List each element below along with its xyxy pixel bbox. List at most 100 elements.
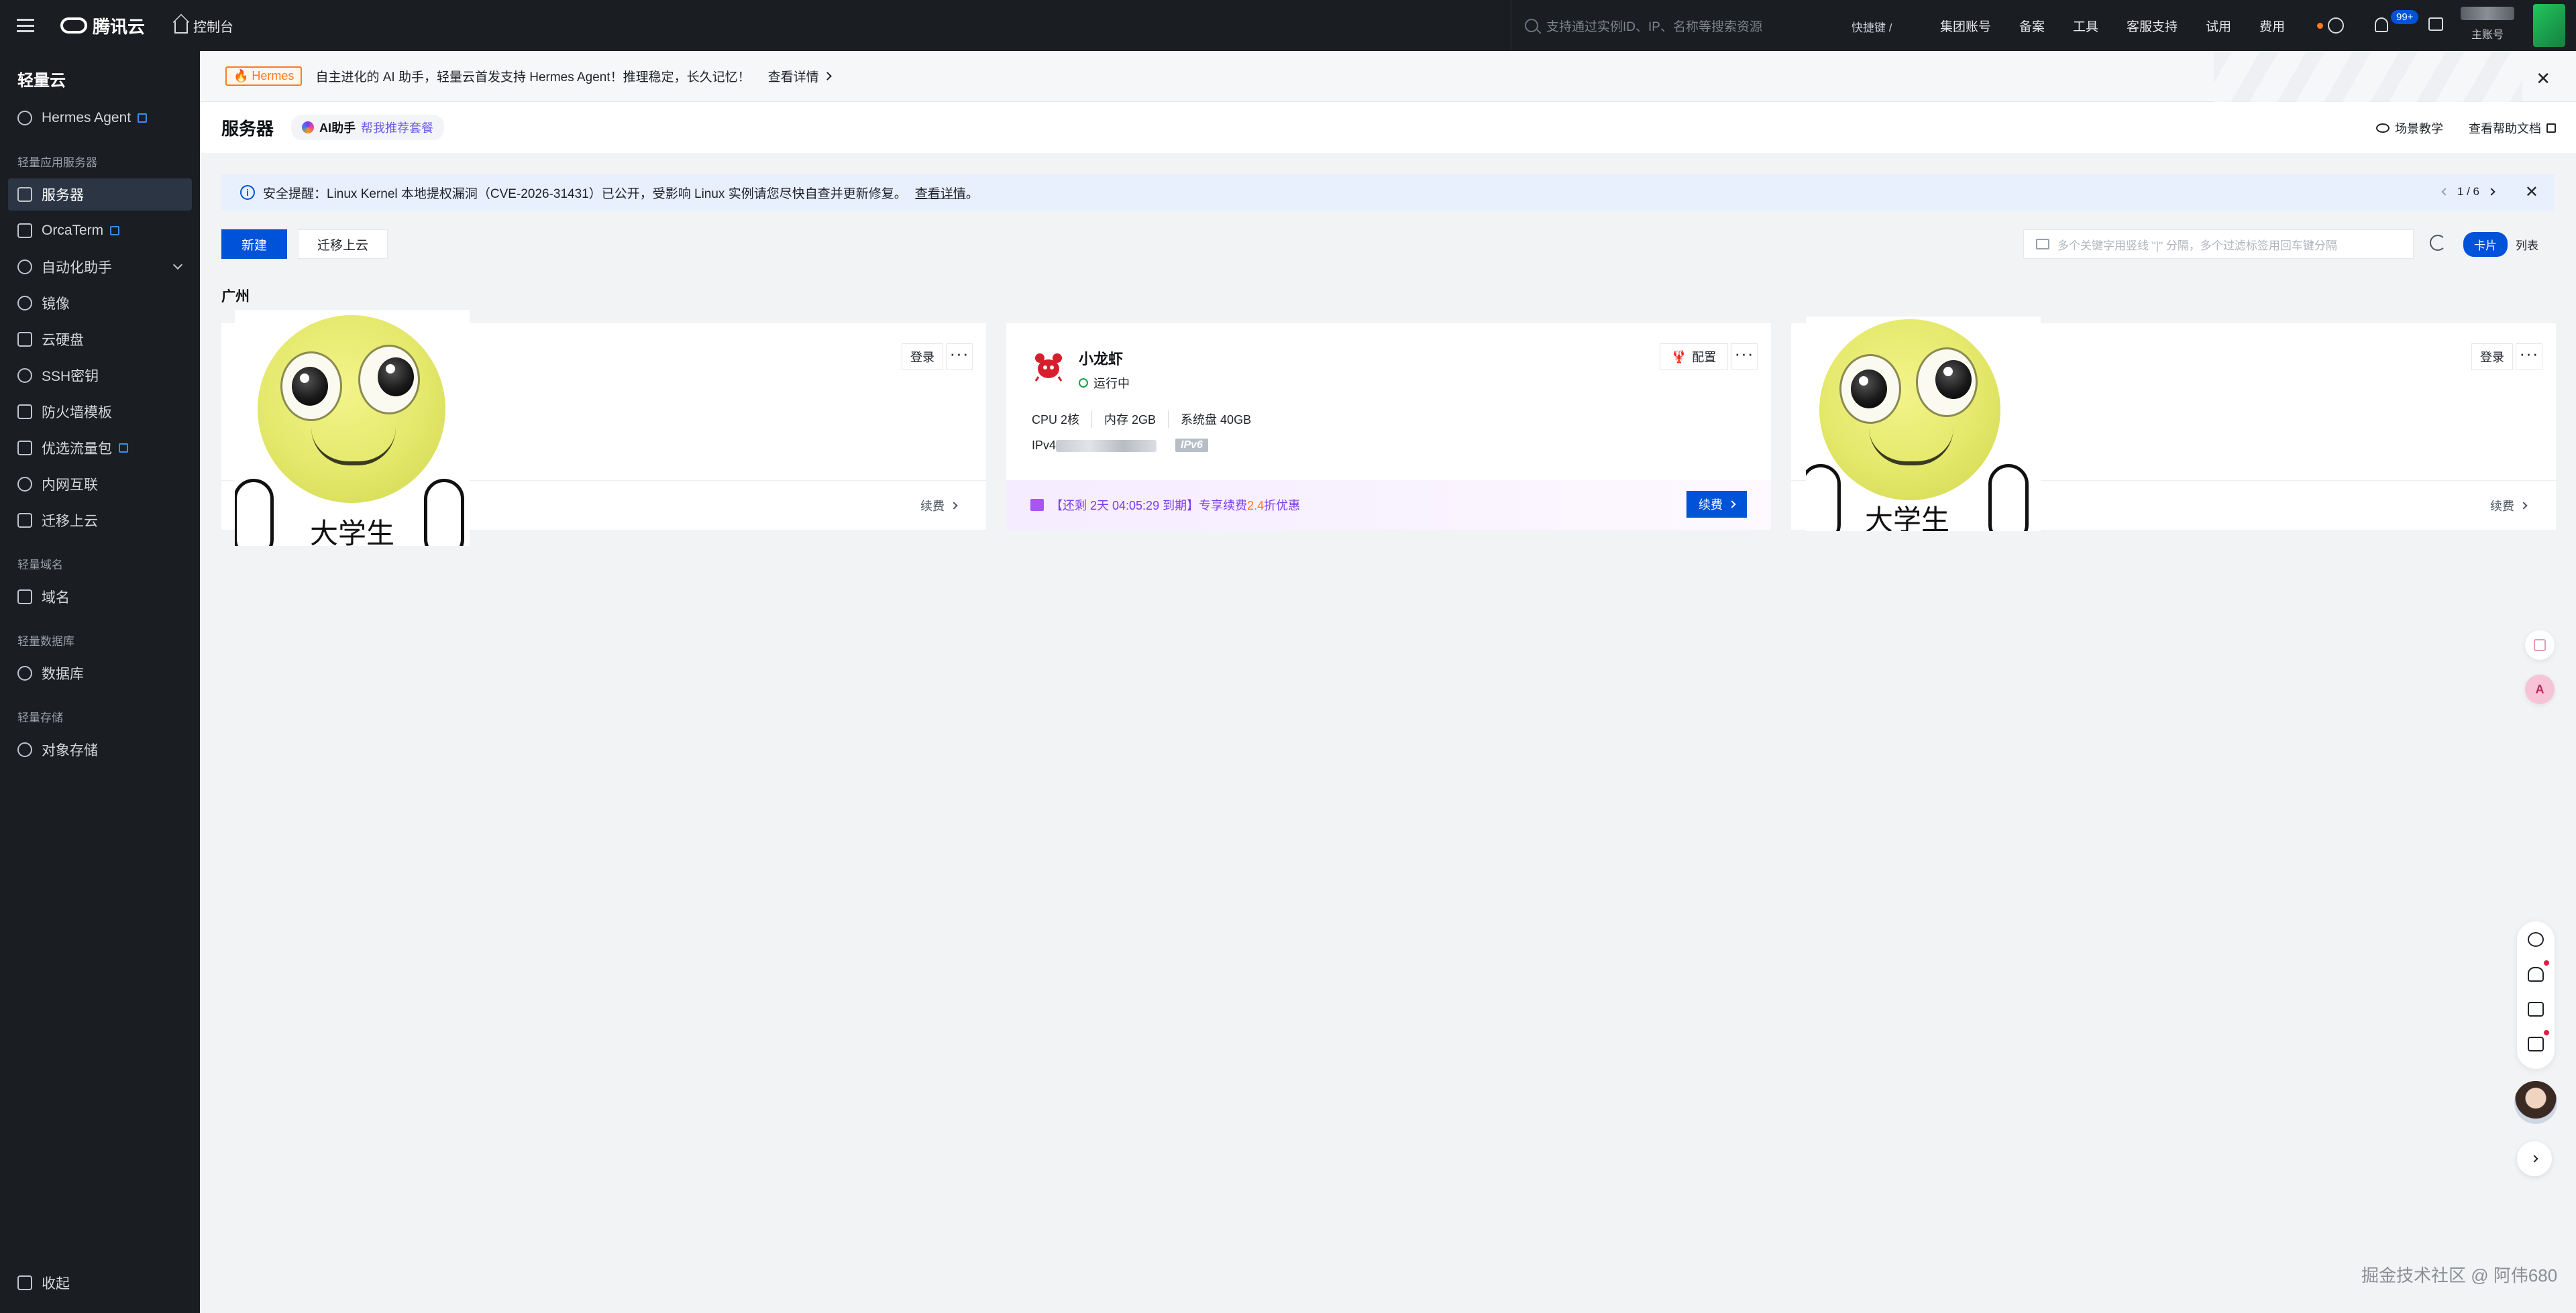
sidebar-item-orcaterm[interactable]: OrcaTerm [8,215,192,247]
sidebar-item-server[interactable]: 服务器 [8,178,192,211]
account-menu[interactable]: 主账号 [2461,7,2514,42]
chevron-right-icon [2520,502,2528,510]
sidebar-item-disk[interactable]: 云硬盘 [8,323,192,355]
collapse-icon [17,1275,32,1290]
expand-button[interactable] [2517,1141,2552,1176]
top-nav: 集团账号 备案 工具 客服支持 试用 费用 [1940,0,2351,51]
terminal-icon [17,223,32,238]
disc-icon [17,296,32,310]
config-button[interactable]: 🦞 配置 [1660,343,1728,370]
renew-link[interactable]: 续费 [920,497,958,514]
chevron-right-icon [822,72,832,80]
sticker-caption: 大学生 [1864,504,1949,531]
migrate-button[interactable]: 迁移上云 [298,229,388,259]
calendar-icon[interactable] [2428,17,2443,31]
cloud-icon[interactable] [2528,967,2544,982]
info-icon: i [240,185,255,200]
spec-cpu: CPU 2核 [1032,413,1080,426]
page-title: 服务器 [221,118,274,139]
more-button[interactable]: ··· [2516,343,2542,370]
sidebar-item-vpc[interactable]: 内网互联 [8,468,192,500]
headset-icon[interactable] [2528,932,2544,947]
bell-icon[interactable] [2375,17,2388,32]
lobster-icon [1034,353,1063,382]
notice-text: 安全提醒：Linux Kernel 本地提权漏洞（CVE-2026-31431）… [263,186,907,201]
compass-icon[interactable] [2328,17,2344,34]
disk-icon [17,332,32,347]
key-icon [17,368,32,383]
more-button[interactable]: ··· [1731,343,1758,370]
sidebar-collapse[interactable]: 收起 [17,1273,70,1293]
filter-input[interactable]: 多个关键字用竖线 "|" 分隔，多个过滤标签用回车键分隔 [2023,229,2414,259]
close-icon[interactable]: ✕ [2525,182,2538,202]
sticker-caption: 大学生 [309,517,394,546]
notice-pager: 1 / 6 [2441,185,2496,198]
agent-icon [17,111,32,125]
sidebar-item-migrate[interactable]: 迁移上云 [8,504,192,536]
message-icon[interactable] [2528,1037,2544,1051]
sidebar-item-hermes[interactable]: Hermes Agent [8,102,192,134]
sidebar: 轻量云 Hermes Agent 轻量应用服务器 服务器 OrcaTerm 自动… [0,51,200,1313]
server-status: 运行中 [1079,374,1130,392]
link-icon [17,477,32,492]
nav-icp[interactable]: 备案 [2019,17,2045,35]
shield-icon [17,404,32,419]
billing-dot [2317,22,2324,29]
gift-icon [1030,499,1044,511]
sidebar-item-storage[interactable]: 对象存储 [8,734,192,766]
sidebar-item-domain[interactable]: 域名 [8,581,192,613]
menu-icon[interactable] [0,0,51,51]
home-icon [174,21,189,34]
search-icon [1525,19,1538,32]
lobster-icon: 🦞 [1671,349,1687,363]
avatar[interactable] [2533,4,2565,47]
view-toggle: 卡片 列表 [2463,232,2546,257]
nav-billing[interactable]: 费用 [2259,17,2324,35]
sidebar-item-traffic[interactable]: 优选流量包 [8,432,192,464]
ai-assistant-pill[interactable]: AI助手 帮我推荐套餐 [291,115,445,140]
page-header: 服务器 AI助手 帮我推荐套餐 场景教学 查看帮助文档 [200,102,2576,153]
security-notice: i 安全提醒：Linux Kernel 本地提权漏洞（CVE-2026-3143… [221,174,2555,211]
close-icon[interactable]: ✕ [2536,68,2551,89]
global-search[interactable]: 支持通过实例ID、IP、名称等搜索资源 [1511,0,1893,51]
sidebar-item-image[interactable]: 镜像 [8,287,192,319]
chevron-left-icon[interactable] [2441,188,2449,196]
renew-button[interactable]: 续费 [1686,491,1747,518]
top-bar: 腾讯云 控制台 支持通过实例ID、IP、名称等搜索资源 快捷键 / 集团账号 备… [0,0,2576,51]
sticker-image: 大学生 [235,310,470,546]
chevron-right-icon[interactable] [2487,188,2496,196]
view-list-button[interactable]: 列表 [2508,232,2546,257]
translate-icon[interactable]: A [2525,675,2555,704]
server-name[interactable]: 小龙虾 [1079,347,1123,369]
sidebar-item-database[interactable]: 数据库 [8,657,192,689]
login-button[interactable]: 登录 [902,343,943,370]
help-docs-link[interactable]: 查看帮助文档 [2469,119,2556,137]
sidebar-group-server: 轻量应用服务器 [17,156,97,169]
renew-link[interactable]: 续费 [2490,497,2528,514]
book-icon[interactable] [2528,1002,2544,1017]
nav-support[interactable]: 客服支持 [2127,17,2178,35]
console-link[interactable]: 控制台 [174,16,233,36]
brand-logo[interactable]: 腾讯云 [60,13,145,38]
notice-details-link[interactable]: 查看详情 [915,184,966,202]
new-button[interactable]: 新建 [221,229,287,259]
ipv6-tag: IPv6 [1175,439,1208,452]
sidebar-item-ssh[interactable]: SSH密钥 [8,359,192,392]
sidebar-title: 轻量云 [17,72,66,90]
nav-tools[interactable]: 工具 [2073,17,2098,35]
refresh-icon[interactable] [2430,235,2446,251]
more-button[interactable]: ··· [946,343,973,370]
login-button[interactable]: 登录 [2471,343,2513,370]
renew-promo: 【还剩 2天 04:05:29 到期】专享续费2.4折优惠 续费 [1006,480,1771,530]
sidebar-item-automation[interactable]: 自动化助手 [8,251,192,283]
scene-teach-link[interactable]: 场景教学 [2376,119,2443,137]
sidebar-group-database: 轻量数据库 [17,635,74,648]
nav-group-account[interactable]: 集团账号 [1940,17,1991,35]
assistant-avatar[interactable] [2514,1081,2557,1124]
nav-trial[interactable]: 试用 [2206,17,2231,35]
apps-icon[interactable] [2525,630,2555,660]
banner-details-link[interactable]: 查看详情 [768,67,832,85]
sidebar-item-firewall[interactable]: 防火墙模板 [8,396,192,428]
view-card-button[interactable]: 卡片 [2463,232,2508,257]
banner-text: 自主进化的 AI 助手，轻量云首发支持 Hermes Agent！推理稳定，长久… [315,70,751,84]
